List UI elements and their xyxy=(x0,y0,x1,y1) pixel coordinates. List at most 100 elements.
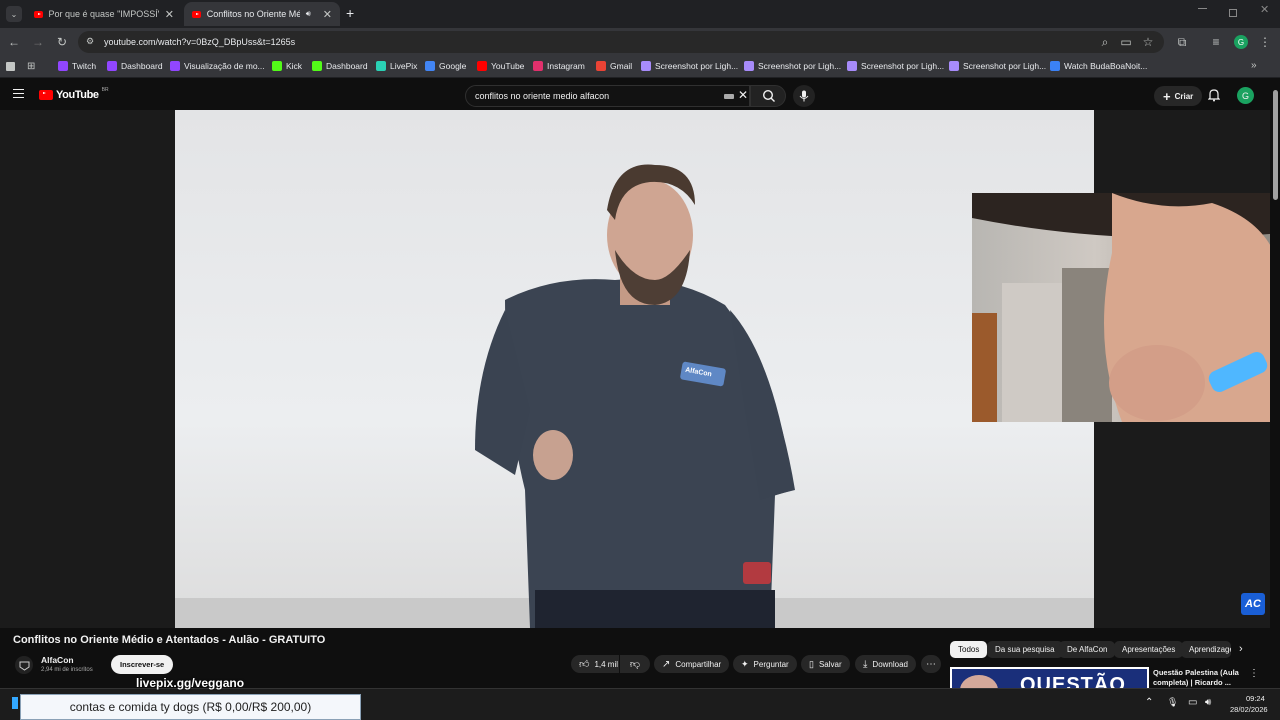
bookmark-item[interactable]: Gmail xyxy=(596,61,632,71)
minimize-icon[interactable] xyxy=(1198,8,1207,9)
bookmark-folder-icon[interactable] xyxy=(6,62,15,71)
chip-learning[interactable]: Aprendizagem xyxy=(1181,641,1231,658)
tab-2[interactable]: Conflitos no Oriente Médio 🔊︎ ✕ xyxy=(184,2,340,26)
bookmark-item[interactable]: Screenshot por Ligh... xyxy=(949,61,1046,71)
chip-from-search[interactable]: Da sua pesquisa xyxy=(987,641,1063,658)
profile-avatar[interactable]: G xyxy=(1234,35,1248,49)
media-control-icon[interactable]: ≡ xyxy=(1208,34,1224,50)
bookmark-item[interactable]: LivePix xyxy=(376,61,417,71)
bookmark-favicon-icon xyxy=(272,61,282,71)
microphone-icon xyxy=(799,90,809,102)
back-icon[interactable]: ← xyxy=(6,34,22,50)
tab-search-button[interactable]: ⌄ xyxy=(6,6,22,22)
hamburger-menu-icon[interactable] xyxy=(13,89,24,98)
notifications-bell-icon[interactable] xyxy=(1207,88,1221,102)
chip-all[interactable]: Todos xyxy=(950,641,988,658)
thumbnail-text: QUESTÃO xyxy=(1020,674,1126,689)
bookmark-label: Instagram xyxy=(547,61,585,71)
subscriber-count: 2,94 mi de inscritos xyxy=(41,667,93,673)
bookmark-favicon-icon xyxy=(1050,61,1060,71)
bookmark-item[interactable]: YouTube xyxy=(477,61,524,71)
close-window-icon[interactable]: ✕ xyxy=(1260,3,1269,16)
channel-avatar[interactable] xyxy=(15,656,33,674)
video-frame[interactable]: AlfaCon xyxy=(175,110,1094,628)
bookmark-item[interactable]: Twitch xyxy=(58,61,96,71)
channel-name[interactable]: AlfaCon xyxy=(41,655,74,665)
chip-presentations[interactable]: Apresentações xyxy=(1114,641,1184,658)
create-button[interactable]: + Criar xyxy=(1154,86,1203,106)
more-actions-button[interactable]: ⋯ xyxy=(921,655,941,673)
thumbs-down-icon: 👎︎ xyxy=(629,659,641,670)
extensions-icon[interactable]: ⧉ xyxy=(1174,34,1190,50)
tab-title: Conflitos no Oriente Médio xyxy=(206,9,300,19)
recommendation-thumbnail[interactable]: QUESTÃO xyxy=(950,667,1149,689)
bookmark-favicon-icon xyxy=(312,61,322,71)
microphone-tray-icon[interactable]: 🎙︎ xyxy=(1167,697,1178,708)
bookmark-item[interactable]: Dashboard xyxy=(107,61,163,71)
youtube-region: BR xyxy=(101,87,109,93)
bookmark-label: Screenshot por Ligh... xyxy=(758,61,842,71)
clock-date[interactable]: 28/02/2026 xyxy=(1230,705,1268,714)
clock-time[interactable]: 09:24 xyxy=(1246,694,1265,703)
ask-button[interactable]: ✦ Perguntar xyxy=(733,655,797,673)
bookmark-favicon-icon xyxy=(170,61,180,71)
search-box[interactable]: conflitos no oriente medio alfacon ✕ xyxy=(465,85,750,107)
subscribe-button[interactable]: Inscrever-se xyxy=(111,655,174,674)
cast-icon[interactable]: ▭ xyxy=(1118,34,1134,50)
recommendation-menu-icon[interactable]: ⋮ xyxy=(1249,668,1259,679)
bookmark-star-icon[interactable]: ☆ xyxy=(1140,34,1156,50)
bookmark-item[interactable]: Watch BudaBoaNoit... xyxy=(1050,61,1147,71)
maximize-icon[interactable] xyxy=(1229,9,1237,17)
chip-from-channel[interactable]: De AlfaCon xyxy=(1059,641,1116,658)
close-tab-icon[interactable]: ✕ xyxy=(165,8,174,21)
tab-1[interactable]: Por que é quase "IMPOSSÍVEL" ✕ xyxy=(26,2,182,26)
youtube-logo[interactable]: YouTube BR xyxy=(39,87,109,101)
bookmark-item[interactable]: Screenshot por Ligh... xyxy=(641,61,738,71)
volume-icon[interactable]: 🔊︎ xyxy=(1205,697,1211,708)
recommendation-title[interactable]: Questão Palestina (Aula completa) | Rica… xyxy=(1153,668,1245,688)
voice-search-button[interactable] xyxy=(793,85,815,107)
create-label: Criar xyxy=(1174,91,1194,101)
channel-watermark[interactable]: AC xyxy=(1241,593,1265,615)
chips-next-icon[interactable]: › xyxy=(1239,643,1243,655)
bookmark-favicon-icon xyxy=(533,61,543,71)
start-icon[interactable] xyxy=(12,697,18,709)
save-button[interactable]: ▯ Salvar xyxy=(801,655,850,673)
new-tab-button[interactable]: + xyxy=(346,5,354,21)
site-info-icon[interactable]: ⚙ xyxy=(86,36,98,48)
search-input[interactable]: conflitos no oriente medio alfacon xyxy=(475,91,609,101)
bookmark-item[interactable]: Google xyxy=(425,61,466,71)
apps-grid-icon[interactable]: ⊞ xyxy=(27,61,35,72)
share-button[interactable]: ↗ Compartilhar xyxy=(654,655,730,673)
keyboard-icon[interactable] xyxy=(724,94,734,99)
url-text[interactable]: youtube.com/watch?v=0BzQ_DBpUss&t=1265s xyxy=(104,37,295,47)
bookmark-item[interactable]: Screenshot por Ligh... xyxy=(744,61,841,71)
video-title: Conflitos no Oriente Médio e Atentados -… xyxy=(13,634,326,646)
bookmark-item[interactable]: Dashboard xyxy=(312,61,368,71)
download-button[interactable]: ⤓ Download xyxy=(855,655,916,673)
search-button[interactable] xyxy=(750,85,786,107)
like-count: 1,4 mil xyxy=(594,659,619,669)
bookmark-item[interactable]: Screenshot por Ligh... xyxy=(847,61,944,71)
bookmark-item[interactable]: Kick xyxy=(272,61,302,71)
youtube-logo-text: YouTube xyxy=(56,89,99,101)
bookmark-favicon-icon xyxy=(58,61,68,71)
reload-icon[interactable]: ↻ xyxy=(54,34,70,50)
like-button[interactable]: 👍︎ 1,4 mil xyxy=(571,655,619,673)
bookmark-item[interactable]: Visualização de mo... xyxy=(170,61,265,71)
more-bookmarks-icon[interactable]: » xyxy=(1251,60,1257,71)
share-icon: ↗ xyxy=(662,658,671,670)
dislike-button[interactable]: 👎︎ xyxy=(620,655,650,673)
tray-chevron-icon[interactable]: ⌃ xyxy=(1145,697,1153,708)
close-tab-icon[interactable]: ✕ xyxy=(323,8,332,21)
speaker-icon[interactable]: 🔊︎ xyxy=(306,9,311,19)
network-icon[interactable]: ▭ xyxy=(1188,697,1197,708)
forward-icon[interactable]: → xyxy=(30,34,46,50)
watermark-text: AC xyxy=(1245,598,1261,610)
clear-search-icon[interactable]: ✕ xyxy=(738,88,748,102)
bookmark-item[interactable]: Instagram xyxy=(533,61,585,71)
scrollbar-thumb[interactable] xyxy=(1273,90,1278,200)
account-avatar[interactable]: G xyxy=(1237,87,1254,104)
zoom-icon[interactable]: ⌕ xyxy=(1097,34,1113,50)
menu-kebab-icon[interactable]: ⋮ xyxy=(1257,34,1273,50)
